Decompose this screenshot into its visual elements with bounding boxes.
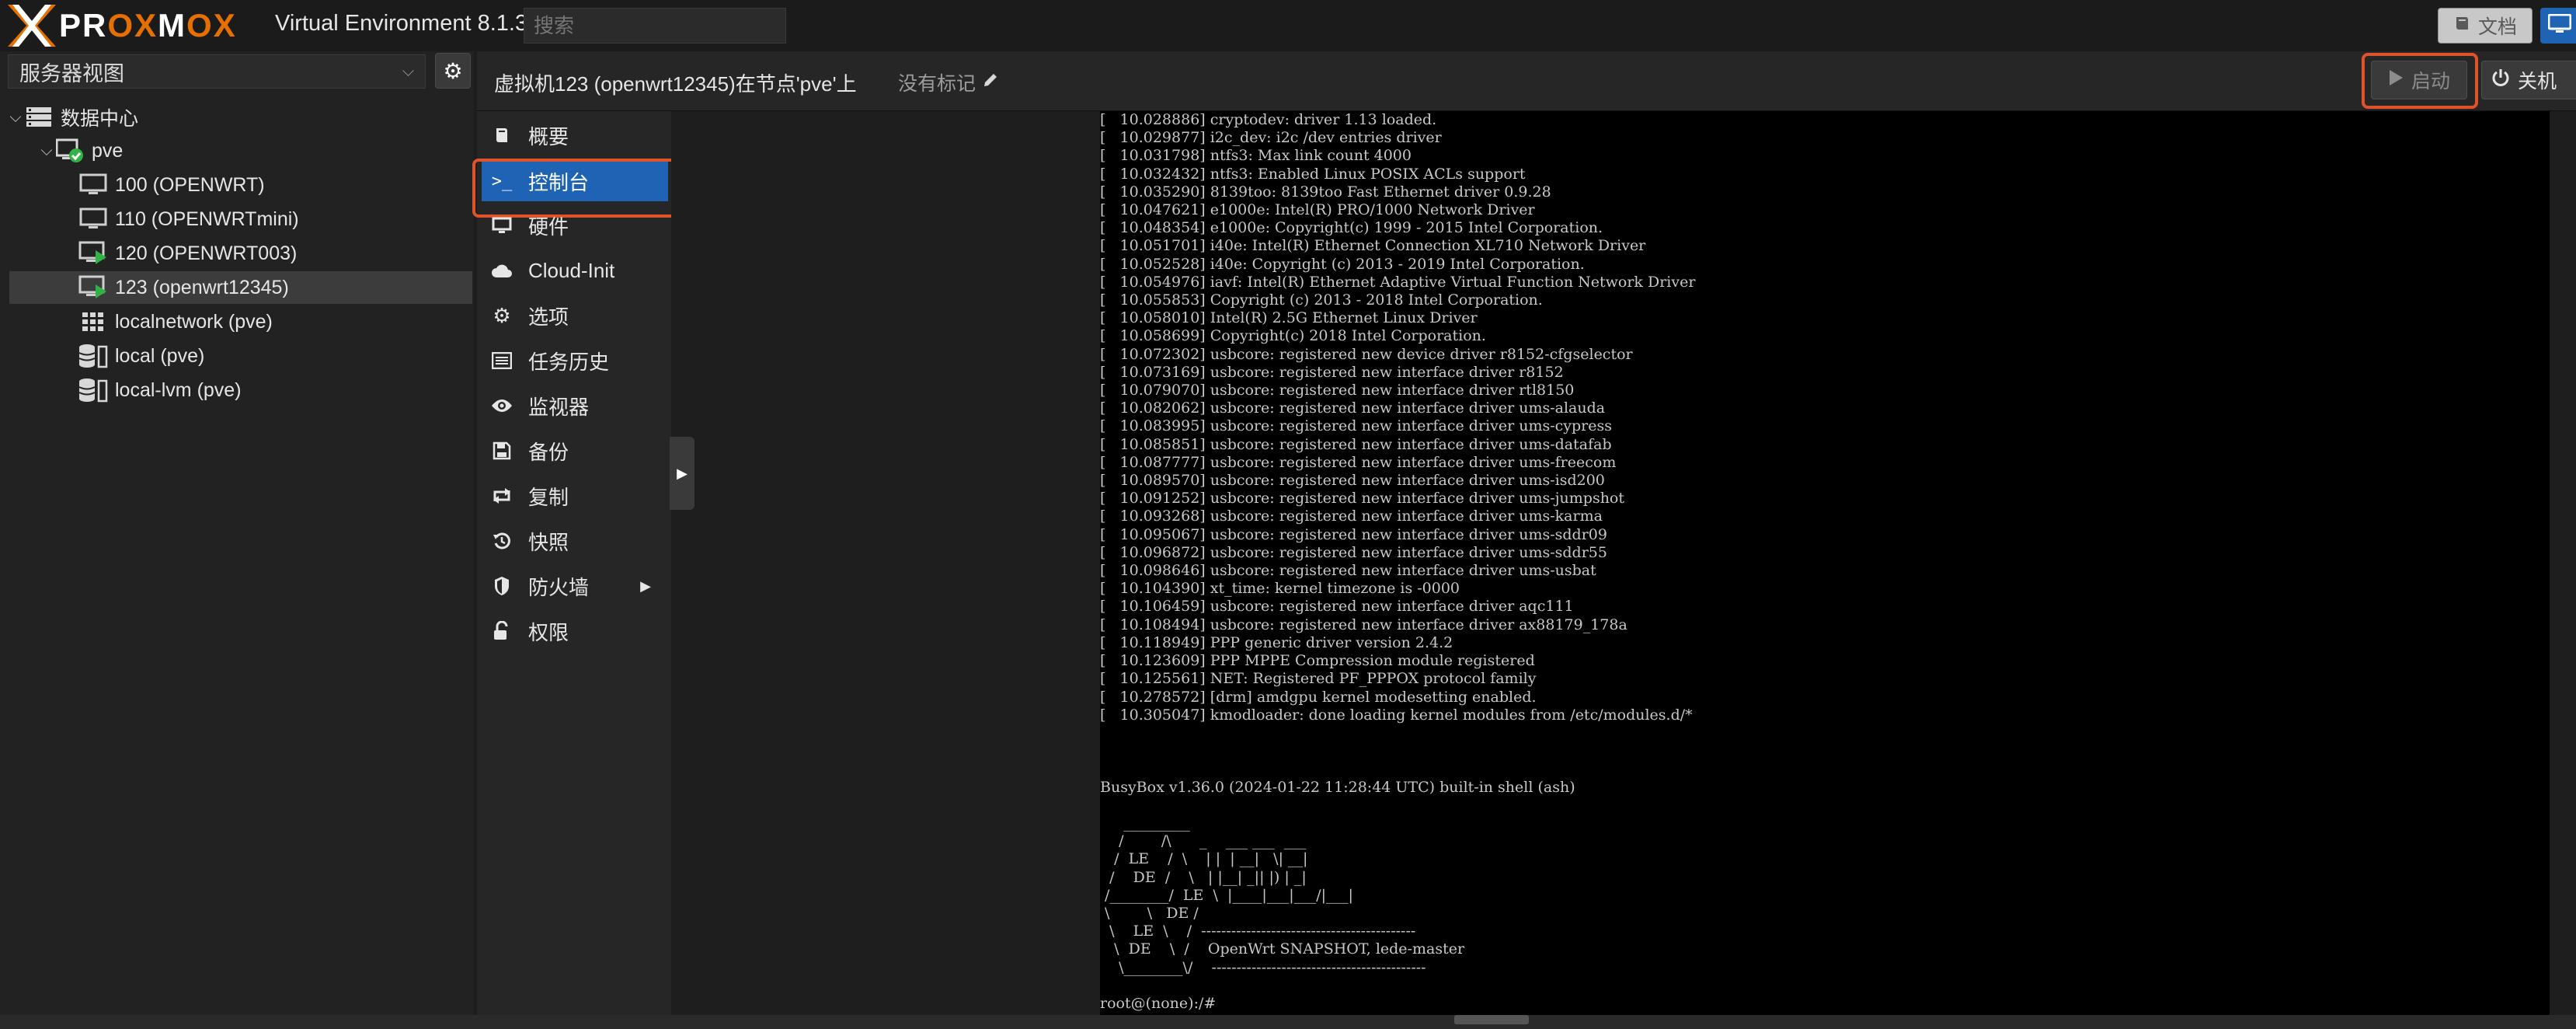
menu-item-label: 备份 xyxy=(528,440,569,464)
floppy-icon xyxy=(486,441,517,460)
shield-icon xyxy=(486,576,517,596)
book-icon xyxy=(486,126,517,145)
menu-item-summary[interactable]: 概要 xyxy=(482,115,668,155)
datacenter-icon xyxy=(23,105,54,130)
console-output: [ 10.028886] cryptodev: driver 1.13 load… xyxy=(1100,111,1696,1012)
unlock-icon xyxy=(486,621,517,641)
monitor-icon xyxy=(2547,13,2572,38)
menu-item-label: 防火墙 xyxy=(528,575,590,599)
menu-item-label: 概要 xyxy=(528,124,569,148)
menu-item-label: Cloud-Init xyxy=(528,258,615,282)
tree-item-vm-120[interactable]: 120 (OPENWRT003) xyxy=(78,237,472,270)
tree-item-localnetwork[interactable]: localnetwork (pve) xyxy=(78,305,472,338)
create-vm-button[interactable] xyxy=(2540,8,2576,44)
menu-item-label: 复制 xyxy=(528,485,569,509)
pencil-icon[interactable] xyxy=(982,72,999,94)
expand-toggle-icon[interactable]: ⌵ xyxy=(39,142,54,160)
tree-item-vm-100[interactable]: 100 (OPENWRT) xyxy=(78,169,472,201)
tree-item-label: local-lvm (pve) xyxy=(115,378,242,401)
tree-item-vm-110[interactable]: 110 (OPENWRTmini) xyxy=(78,203,472,235)
view-select[interactable]: 服务器视图 ⌵ xyxy=(8,54,426,89)
tree-item-local[interactable]: local (pve) xyxy=(78,340,472,372)
vm-console-terminal[interactable]: [ 10.028886] cryptodev: driver 1.13 load… xyxy=(1100,111,2550,1015)
tree-item-label: localnetwork (pve) xyxy=(115,310,273,333)
logo-text: PROXMOX xyxy=(59,7,237,44)
proxmox-logo[interactable]: PROXMOX xyxy=(8,3,237,48)
tags-editor[interactable]: 没有标记 xyxy=(898,68,999,96)
proxmox-x-icon xyxy=(8,5,56,47)
chevron-down-icon: ⌵ xyxy=(402,62,414,80)
page-title: 虚拟机123 (openwrt12345)在节点'pve'上 xyxy=(494,72,857,96)
tree-item-label: pve xyxy=(92,139,124,162)
submenu-arrow-icon: ▶ xyxy=(640,577,651,594)
retweet-icon xyxy=(486,487,517,504)
tree-item-label: 120 (OPENWRT003) xyxy=(115,242,298,264)
menu-item-label: 任务历史 xyxy=(528,350,610,374)
shutdown-label: 关机 xyxy=(2518,71,2557,92)
menu-item-permissions[interactable]: 权限 xyxy=(482,611,668,651)
tree-item-pve[interactable]: ⌵ pve xyxy=(39,134,472,167)
menu-item-label: 监视器 xyxy=(528,395,590,419)
power-icon xyxy=(2491,68,2510,92)
cloud-icon xyxy=(486,262,517,279)
menu-item-label: 选项 xyxy=(528,305,569,329)
desktop-icon xyxy=(486,216,517,235)
storage-icon xyxy=(78,378,109,403)
menu-item-snapshots[interactable]: 快照 xyxy=(482,521,668,561)
view-select-value: 服务器视图 xyxy=(19,61,124,85)
list-icon xyxy=(486,352,517,369)
tree-item-label: 100 (OPENWRT) xyxy=(115,173,265,196)
sdn-grid-icon xyxy=(78,309,109,334)
vm-stopped-icon xyxy=(78,207,109,232)
docs-button[interactable]: 文档 xyxy=(2438,8,2532,44)
menu-item-cloud-init[interactable]: Cloud-Init xyxy=(482,250,668,291)
search-input[interactable] xyxy=(524,8,786,44)
tree-item-local-lvm[interactable]: local-lvm (pve) xyxy=(78,374,472,406)
menu-item-firewall[interactable]: 防火墙 ▶ xyxy=(482,566,668,606)
vm-running-icon xyxy=(78,275,109,300)
collapse-menu-button[interactable]: ▶ xyxy=(670,437,694,510)
bottom-splitter[interactable] xyxy=(0,1015,2576,1029)
menu-item-label: 硬件 xyxy=(528,215,569,239)
menu-item-backup[interactable]: 备份 xyxy=(482,431,668,471)
menu-item-monitor[interactable]: 监视器 xyxy=(482,385,668,426)
history-icon xyxy=(486,532,517,550)
splitter-handle[interactable] xyxy=(1454,1015,1529,1024)
docs-label: 文档 xyxy=(2477,16,2517,38)
tree-item-label: 123 (openwrt12345) xyxy=(115,276,289,298)
menu-item-label: 权限 xyxy=(528,620,569,644)
tree-item-label: local (pve) xyxy=(115,344,205,367)
gear-icon: ⚙ xyxy=(493,303,511,327)
tree-item-vm-123[interactable]: 123 (openwrt12345) xyxy=(9,271,472,304)
tags-label: 没有标记 xyxy=(898,73,976,95)
tree-item-datacenter[interactable]: ⌵ 数据中心 xyxy=(8,101,472,134)
gear-icon: ⚙ xyxy=(443,58,463,83)
chevron-right-icon: ▶ xyxy=(677,465,688,481)
shutdown-button[interactable]: 关机 xyxy=(2481,61,2576,99)
tree-item-label: 110 (OPENWRTmini) xyxy=(115,208,299,230)
tree-item-label: 数据中心 xyxy=(61,108,139,130)
book-icon xyxy=(2453,14,2472,38)
storage-icon xyxy=(78,344,109,368)
eye-icon xyxy=(486,398,517,413)
menu-item-replication[interactable]: 复制 xyxy=(482,476,668,516)
version-label: Virtual Environment 8.1.3 xyxy=(275,11,528,36)
vm-running-icon xyxy=(78,241,109,266)
start-button-highlight xyxy=(2362,53,2478,109)
tree-settings-button[interactable]: ⚙ xyxy=(435,53,471,89)
menu-item-label: 快照 xyxy=(528,530,569,554)
vm-menu-panel xyxy=(477,111,671,1015)
menu-item-task-history[interactable]: 任务历史 xyxy=(482,340,668,381)
expand-toggle-icon[interactable]: ⌵ xyxy=(8,109,23,127)
menu-item-options[interactable]: ⚙ 选项 xyxy=(482,295,668,336)
vm-stopped-icon xyxy=(78,173,109,197)
node-online-icon xyxy=(54,138,85,163)
menu-item-hardware[interactable]: 硬件 xyxy=(482,205,668,246)
